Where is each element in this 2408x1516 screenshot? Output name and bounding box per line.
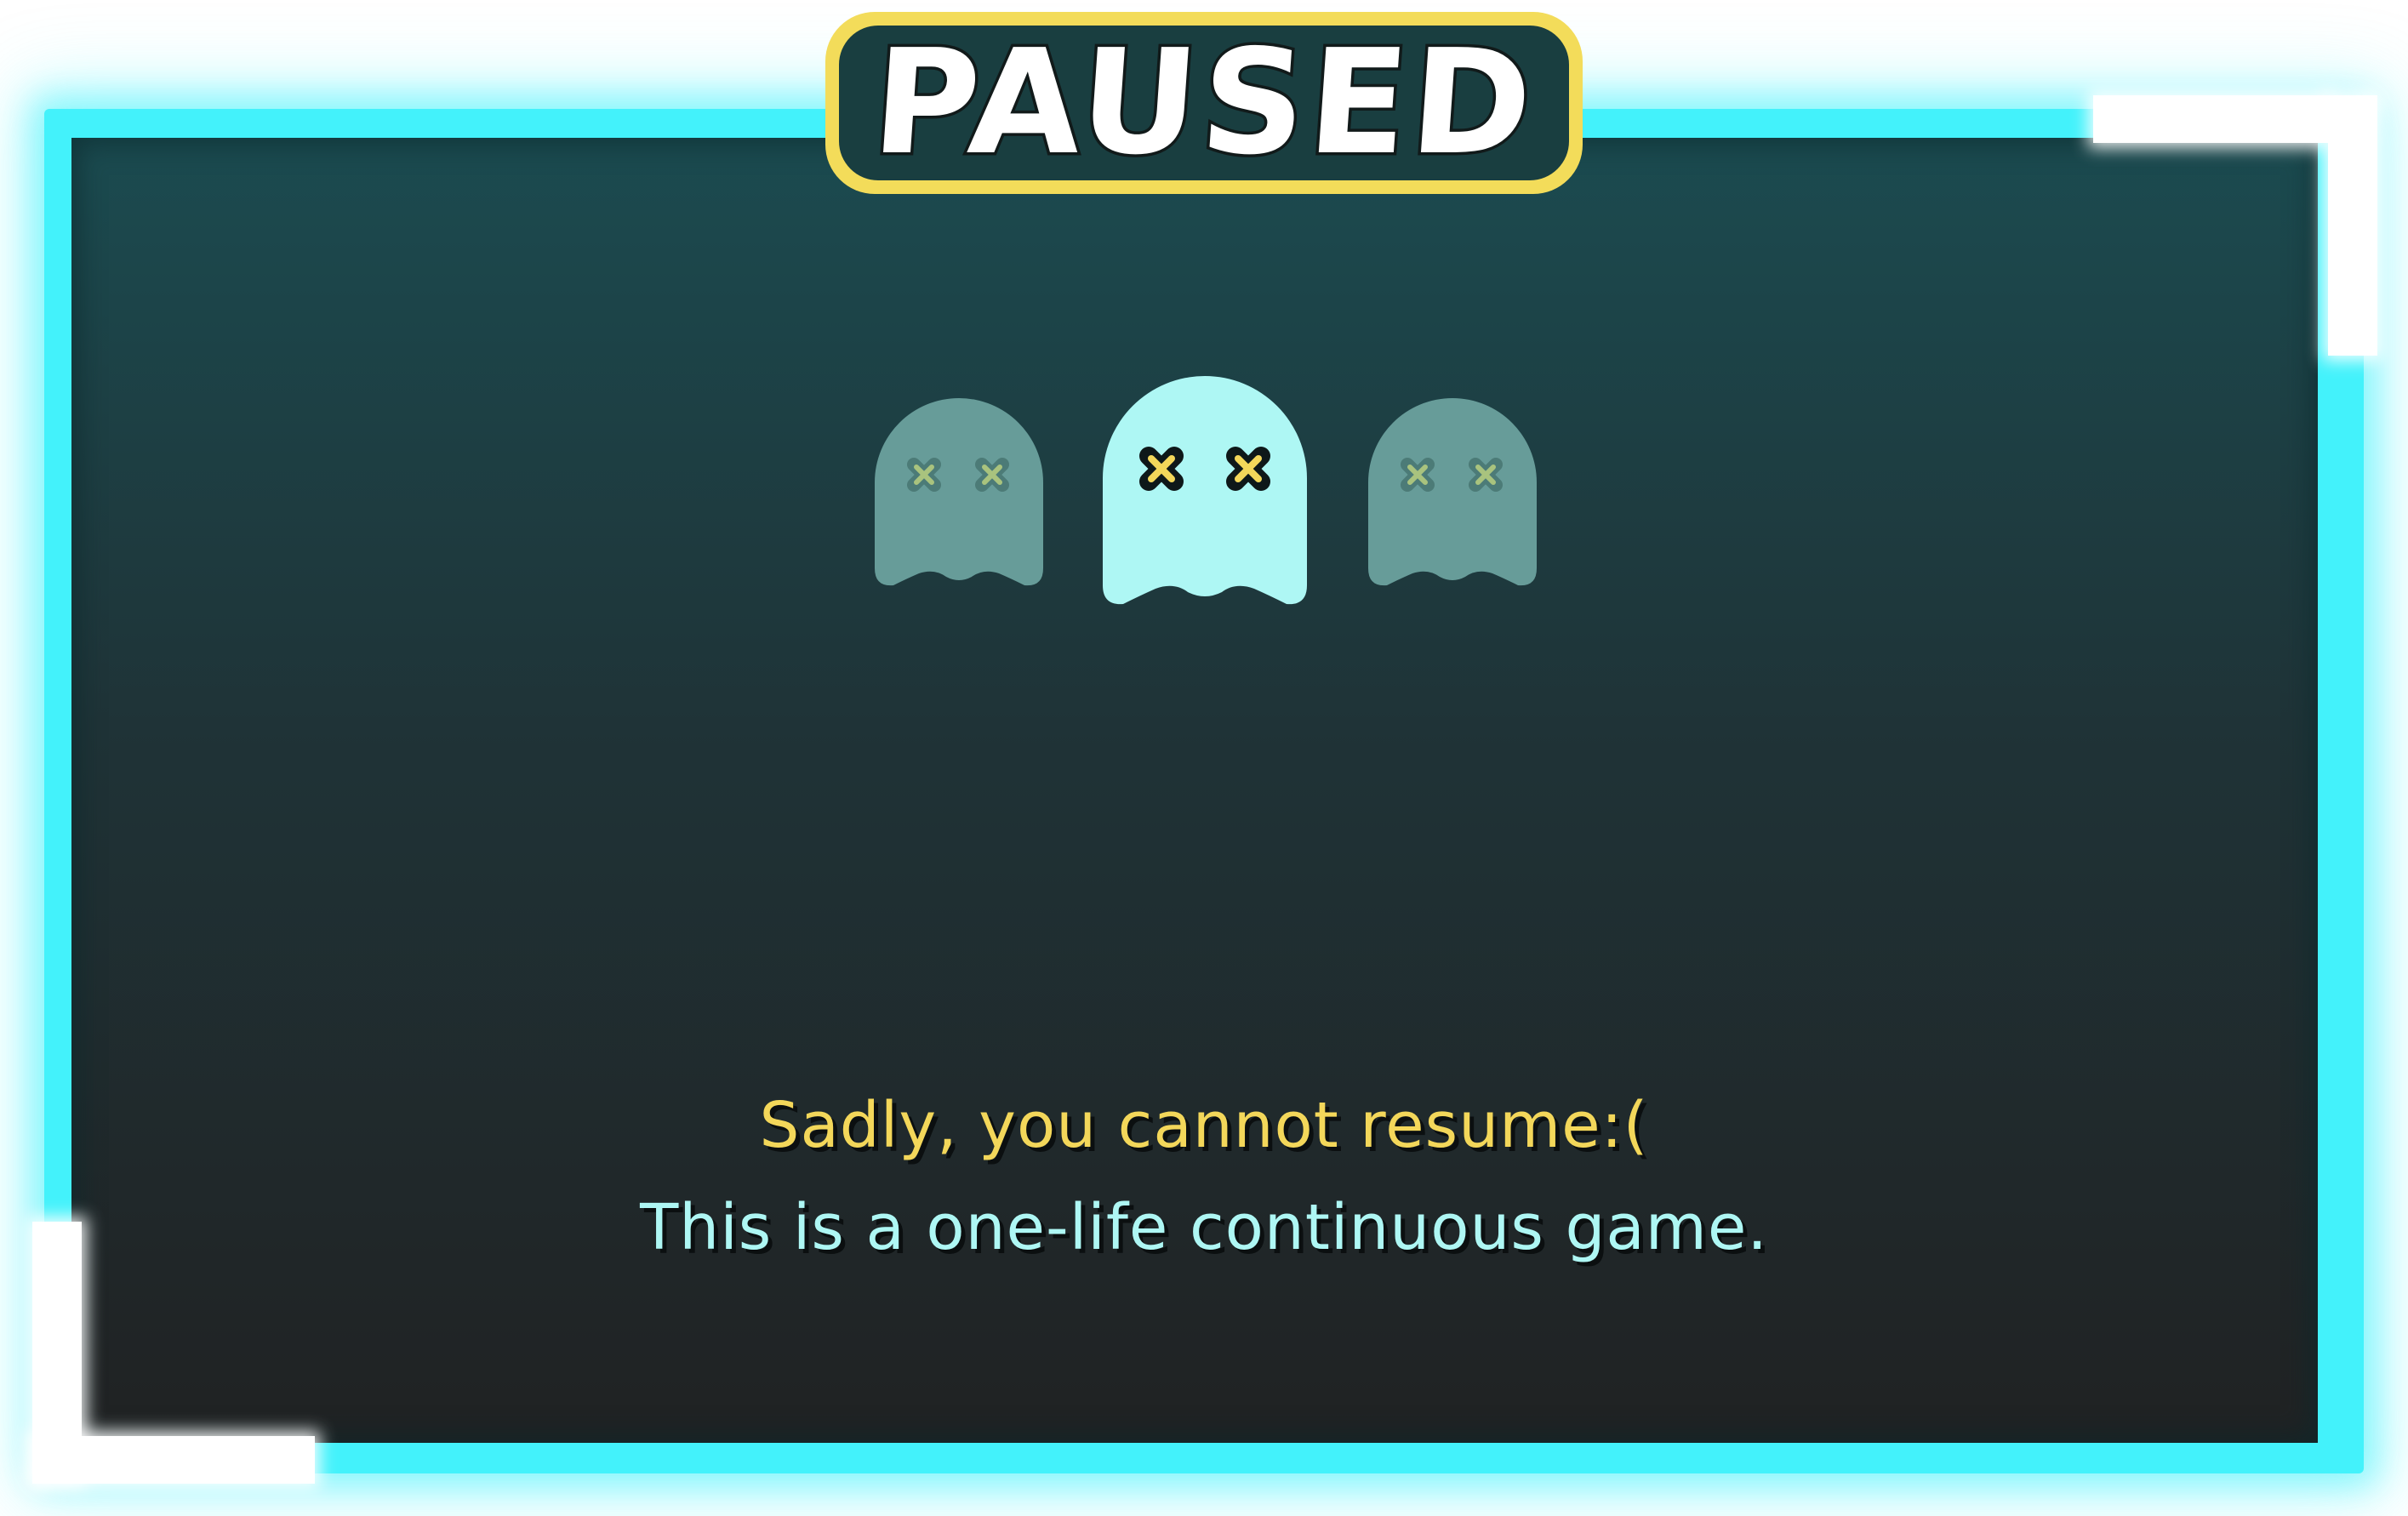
corner-bracket-bottom-left-horizontal xyxy=(32,1436,315,1484)
paused-title: PAUSED xyxy=(864,16,1544,191)
cannot-resume-message: Sadly, you cannot resume:( xyxy=(759,1089,1649,1162)
pause-screen: PAUSED Sadly, you cannot resume:(This i… xyxy=(0,0,2408,1516)
life-ghost-2-icon xyxy=(1103,376,1307,606)
life-ghost-1-icon xyxy=(875,398,1043,587)
corner-bracket-top-right xyxy=(2093,95,2328,143)
one-life-message: This is a one-life continuous game. xyxy=(640,1191,1768,1264)
life-ghost-3-icon xyxy=(1368,398,1537,587)
corner-bracket-top-right-vertical xyxy=(2328,95,2377,356)
